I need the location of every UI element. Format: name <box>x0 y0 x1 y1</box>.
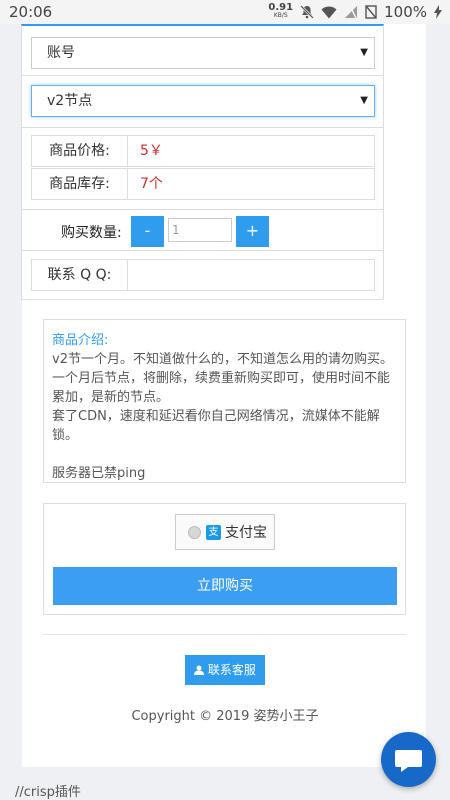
quantity-decrement-button[interactable]: - <box>131 216 164 247</box>
wifi-icon <box>321 6 337 19</box>
stock-row: 商品库存: 7个 <box>31 168 375 200</box>
divider <box>43 634 406 635</box>
contact-support-button[interactable]: 联系客服 <box>185 655 265 685</box>
qq-label: 联系 Q Q: <box>32 260 128 290</box>
description-line: 一个月后节点，将删除，续费重新购买即可，使用时间不能累加，是新的节点。 <box>52 371 391 405</box>
product-panel: v2节点 ▼ <box>21 75 384 128</box>
network-speed-unit: KB/S <box>273 12 288 19</box>
description-line: 服务器已禁ping <box>52 466 146 481</box>
chat-widget-button[interactable] <box>381 732 436 787</box>
stock-value: 7个 <box>140 176 163 192</box>
payment-panel: 支 支付宝 立即购买 <box>43 503 406 615</box>
signal-muted-icon <box>344 5 358 19</box>
network-speed: 0.91 KB/S <box>268 2 294 20</box>
charging-icon <box>434 5 442 19</box>
user-icon <box>194 663 208 677</box>
price-value: 5￥ <box>140 143 163 159</box>
description-title: 商品介绍: <box>52 333 109 348</box>
status-icons: 0.91 KB/S 100% <box>268 0 442 24</box>
qq-panel: 联系 Q Q: <box>21 250 384 300</box>
description-line <box>52 445 397 464</box>
alipay-label: 支付宝 <box>225 525 267 541</box>
qq-input[interactable] <box>128 260 374 290</box>
status-bar: 20:06 0.91 KB/S 100% <box>0 0 450 24</box>
account-select[interactable]: 账号 ▼ <box>31 37 375 69</box>
product-select[interactable]: v2节点 ▼ <box>31 85 375 117</box>
description-line: 套了CDN，速度和延迟看你自己网络情况，流媒体不能解锁。 <box>52 409 380 443</box>
quantity-input[interactable]: 1 <box>168 218 232 242</box>
product-select-value: v2节点 <box>47 93 93 109</box>
qq-row: 联系 Q Q: <box>31 259 375 291</box>
copyright-text: Copyright © 2019 姿势小王子 <box>131 709 319 724</box>
stock-label: 商品库存: <box>32 169 128 199</box>
dropdown-caret-icon: ▼ <box>360 47 368 58</box>
dropdown-caret-icon: ▼ <box>360 95 368 106</box>
bell-muted-icon <box>300 5 314 19</box>
network-speed-value: 0.91 <box>268 2 294 13</box>
price-label: 商品价格: <box>32 136 128 166</box>
crisp-plugin-note: //crisp插件 <box>15 785 81 800</box>
price-row: 商品价格: 5￥ <box>31 135 375 167</box>
contact-support-label: 联系客服 <box>207 663 256 677</box>
sim-blocked-icon <box>365 5 377 19</box>
account-select-value: 账号 <box>47 45 75 61</box>
quantity-increment-button[interactable]: + <box>236 216 269 247</box>
product-description: 商品介绍: v2节一个月。不知道做什么的，不知道怎么用的请勿购买。 一个月后节点… <box>43 319 406 483</box>
chat-bubble-icon <box>395 750 422 772</box>
select-panel: 账号 ▼ <box>21 24 384 76</box>
battery-level: 100% <box>384 3 427 21</box>
buy-now-button[interactable]: 立即购买 <box>53 567 397 605</box>
status-time: 20:06 <box>9 3 53 21</box>
alipay-radio[interactable] <box>188 526 201 539</box>
description-line: v2节一个月。不知道做什么的，不知道怎么用的请勿购买。 <box>52 352 393 367</box>
product-info-panel: 商品价格: 5￥ 商品库存: 7个 <box>21 127 384 210</box>
alipay-option[interactable]: 支 支付宝 <box>175 514 275 550</box>
quantity-label: 购买数量: <box>61 225 122 241</box>
alipay-icon: 支 <box>206 525 221 540</box>
